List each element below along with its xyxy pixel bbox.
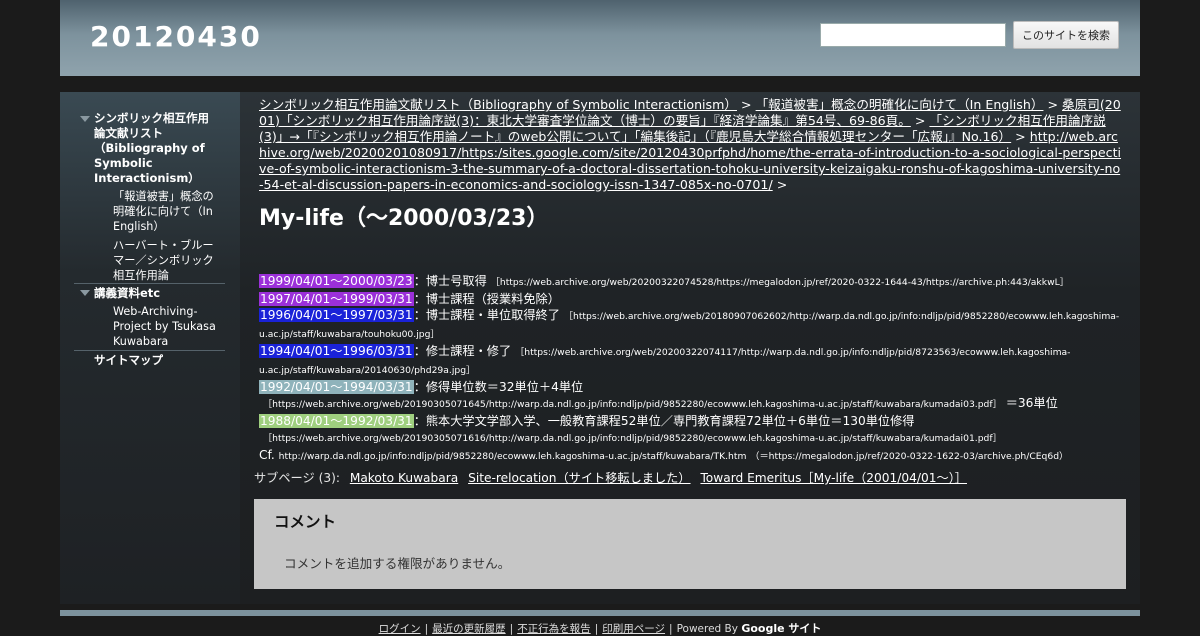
search-input[interactable] (820, 23, 1006, 47)
subpages: サブページ (3): Makoto Kuwabara Site-relocati… (254, 468, 967, 486)
breadcrumb-separator: > (914, 113, 926, 128)
subpage-link[interactable]: Site-relocation（サイト移転しました） (468, 471, 690, 485)
sidebar-item-media-harm[interactable]: 「報道被害」概念の明確化に向けて（In English） (113, 189, 223, 234)
timeline-ref: ［https://web.archive.org/web/20200322074… (490, 277, 1069, 288)
cf-line: Cf. http://warp.da.ndl.go.jp/info:ndljp/… (259, 447, 1129, 465)
sidebar-divider (74, 350, 225, 351)
comments-title: コメント (274, 513, 337, 531)
cf-url[interactable]: http://warp.da.ndl.go.jp/info:ndljp/pid/… (279, 451, 747, 462)
footer-separator: | (509, 623, 514, 635)
timeline-text: ：博士課程（授業料免除） (413, 292, 560, 306)
search-button[interactable]: このサイトを検索 (1013, 21, 1119, 49)
timeline-ref: ［https://web.archive.org/web/20190305071… (263, 433, 1002, 444)
footer-separator: | (594, 623, 599, 635)
footer-powered-by: Powered By (676, 623, 738, 635)
timeline-entry: 1999/04/01～2000/03/23：博士号取得 ［https://web… (259, 273, 1129, 291)
footer-print-link[interactable]: 印刷用ページ (602, 623, 665, 635)
subpage-link[interactable]: Toward Emeritus［My-life（2001/04/01～）］ (700, 471, 967, 485)
timeline-text: ：修得単位数＝32単位＋4単位 (413, 380, 584, 394)
cf-alt[interactable]: （＝https://megalodon.jp/ref/2020-0322-162… (750, 451, 1068, 462)
comments-message: コメントを追加する権限がありません。 (284, 556, 511, 571)
timeline-entry: 1994/04/01～1996/03/31：修士課程・修了 ［https://w… (259, 343, 1129, 379)
footer-divider (60, 610, 1140, 616)
timeline-ref-line: ［https://web.archive.org/web/20190305071… (259, 429, 1129, 447)
site-footer: ログイン | 最近の更新履歴 | 不正行為を報告 | 印刷用ページ | Powered By G… (0, 620, 1200, 636)
timeline-text: ：博士号取得 (413, 274, 487, 288)
timeline-text: ：修士課程・修了 (413, 344, 512, 358)
timeline-date: 1992/04/01～1994/03/31 (259, 380, 414, 394)
timeline-date: 1988/04/01～1992/03/31 (259, 414, 414, 428)
timeline-entry: 1988/04/01～1992/03/31：熊本大学文学部入学、一般教育課程52… (259, 413, 1129, 429)
comments-section: コメント コメントを追加する権限がありません。 (254, 499, 1126, 589)
timeline: 1999/04/01～2000/03/23：博士号取得 ［https://web… (259, 273, 1129, 465)
footer-separator: | (669, 623, 673, 635)
timeline-ref-line: ［https://web.archive.org/web/20190305071… (259, 395, 1129, 413)
site-header: 20120430 このサイトを検索 (60, 0, 1140, 76)
expand-arrow-icon[interactable] (80, 290, 90, 296)
timeline-date: 1997/04/01～1999/03/31 (259, 292, 414, 306)
timeline-date: 1996/04/01～1997/03/31 (259, 308, 414, 322)
timeline-suffix: ＝36単位 (1005, 396, 1058, 410)
breadcrumb-link[interactable]: シンボリック相互作用論文献リスト（Bibliography of Symboli… (259, 97, 737, 112)
breadcrumb: シンボリック相互作用論文献リスト（Bibliography of Symboli… (259, 97, 1121, 193)
subpage-link[interactable]: Makoto Kuwabara (350, 471, 458, 485)
breadcrumb-separator: > (776, 177, 788, 192)
main-content: シンボリック相互作用論文献リスト（Bibliography of Symboli… (240, 92, 1140, 604)
timeline-text: ：博士課程・単位取得終了 (413, 308, 560, 322)
timeline-date: 1994/04/01～1996/03/31 (259, 344, 414, 358)
sidebar-item-lectures[interactable]: 講義資料etc (94, 286, 160, 301)
timeline-entry: 1992/04/01～1994/03/31：修得単位数＝32単位＋4単位 (259, 379, 1129, 395)
footer-brand[interactable]: Google サイト (741, 622, 821, 635)
site-title[interactable]: 20120430 (90, 20, 262, 53)
timeline-entry: 1997/04/01～1999/03/31：博士課程（授業料免除） (259, 291, 1129, 307)
timeline-ref: ［https://web.archive.org/web/20190305071… (263, 399, 1002, 410)
timeline-entry: 1996/04/01～1997/03/31：博士課程・単位取得終了 ［https… (259, 307, 1129, 343)
breadcrumb-separator: > (741, 97, 752, 112)
footer-separator: | (424, 623, 429, 635)
footer-login-link[interactable]: ログイン (379, 623, 421, 635)
sidebar-item-sitemap[interactable]: サイトマップ (94, 353, 163, 368)
sidebar-divider (74, 283, 225, 284)
timeline-text: ：熊本大学文学部入学、一般教育課程52単位／専門教育課程72単位＋6単位＝130… (413, 414, 915, 428)
footer-report-abuse-link[interactable]: 不正行為を報告 (517, 623, 591, 635)
subpages-label: サブページ (3): (254, 471, 340, 485)
page-title: My-life（～2000/03/23） (259, 206, 549, 231)
breadcrumb-separator: > (1015, 129, 1026, 144)
timeline-date: 1999/04/01～2000/03/23 (259, 274, 414, 288)
cf-label: Cf. (259, 448, 275, 462)
expand-arrow-icon[interactable] (80, 116, 90, 122)
sidebar-item-blumer[interactable]: ハーバート・ブルーマー／シンボリック相互作用論 (113, 238, 223, 283)
sidebar-nav: シンボリック相互作用論文献リスト（Bibliography of Symboli… (60, 92, 240, 604)
sidebar-item-bibliography[interactable]: シンボリック相互作用論文献リスト（Bibliography of Symboli… (94, 111, 220, 186)
breadcrumb-link[interactable]: 「報道被害」概念の明確化に向けて（In English） (756, 97, 1044, 112)
sidebar-item-web-archiving[interactable]: Web-Archiving-Project by Tsukasa Kuwabar… (113, 304, 225, 349)
footer-recent-changes-link[interactable]: 最近の更新履歴 (432, 623, 506, 635)
breadcrumb-separator: > (1047, 97, 1059, 112)
